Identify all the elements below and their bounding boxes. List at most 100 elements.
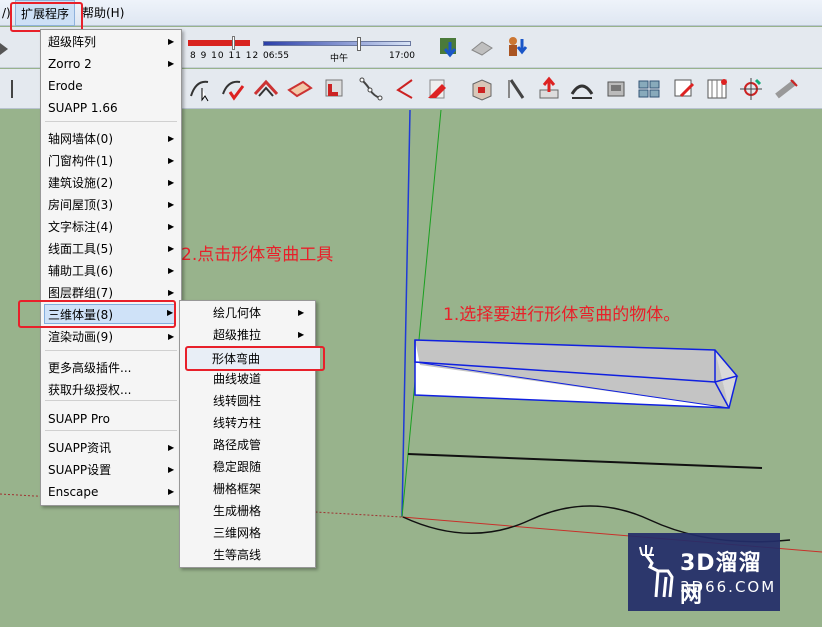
face-offset-icon[interactable] (287, 76, 313, 102)
arc-select-icon[interactable] (188, 76, 214, 102)
menu-item-label: Enscape (48, 485, 99, 499)
watermark-subtitle: 3D66.COM (680, 578, 777, 596)
deer-logo-icon (639, 545, 674, 598)
extensions-menu-item[interactable]: Erode (41, 75, 181, 97)
menu-separator (45, 430, 177, 431)
volume-menu-item[interactable]: 绘几何体 ▶ (180, 302, 315, 324)
menu-item-label: SUAPP 1.66 (48, 101, 118, 115)
extensions-menu-item[interactable]: 轴网墙体(0) ▶ (41, 128, 181, 150)
submenu-arrow-icon: ▶ (168, 465, 175, 474)
wall-pattern-icon[interactable] (704, 76, 730, 102)
submenu-arrow-icon: ▶ (168, 266, 175, 275)
extensions-menu-item[interactable]: 线面工具(5) ▶ (41, 238, 181, 260)
volume-menu-item[interactable]: 生成栅格 (180, 500, 315, 522)
extensions-menu-item[interactable]: Zorro 2 ▶ (41, 53, 181, 75)
extensions-menu-item[interactable]: 门窗构件(1) ▶ (41, 150, 181, 172)
menu-item-label: 建筑设施(2) (48, 176, 113, 190)
menu-item-label: 线转方柱 (213, 416, 262, 430)
extensions-menu-item[interactable]: Enscape ▶ (41, 481, 181, 503)
straight-line (407, 453, 763, 469)
time-slider-track[interactable] (263, 41, 411, 46)
panel-edit-icon[interactable] (671, 76, 697, 102)
month-labels: 8 9 10 11 12 (190, 51, 260, 61)
submenu-arrow-icon: ▶ (168, 156, 175, 165)
rotate-face-icon[interactable] (322, 76, 348, 102)
blue-axis (401, 110, 411, 518)
extensions-menu-item[interactable]: SUAPP设置 ▶ (41, 459, 181, 481)
extensions-menu-item[interactable]: 获取升级授权... (41, 379, 181, 401)
extensions-highlight (10, 2, 83, 32)
roof-tool-icon[interactable] (253, 76, 279, 102)
extension-warehouse-icon[interactable] (503, 34, 529, 60)
submenu-arrow-icon: ▶ (298, 308, 305, 317)
menu-separator (45, 121, 177, 122)
component-box-icon[interactable] (469, 76, 495, 102)
menu-item-label: 辅助工具(6) (48, 264, 113, 278)
menu-item-label: 线面工具(5) (48, 242, 113, 256)
menu-separator (45, 350, 177, 351)
volume-menu-item[interactable]: 稳定跟随 (180, 456, 315, 478)
submenu-arrow-icon: ▶ (168, 487, 175, 496)
volume-menu-item[interactable]: 三维网格 (180, 522, 315, 544)
fillet-tool-icon[interactable] (392, 76, 418, 102)
push-up-icon[interactable] (536, 76, 562, 102)
menu-item-label: 超级推拉 (213, 328, 262, 342)
menu-item-label: 曲线坡道 (213, 372, 262, 386)
menu-item-label: 渲染动画(9) (48, 330, 113, 344)
extensions-menu-item[interactable]: 建筑设施(2) ▶ (41, 172, 181, 194)
annotation-step2: 2.点击形体弯曲工具 (181, 245, 334, 265)
menu-item-label: 栅格框架 (213, 482, 262, 496)
get-models-icon[interactable] (437, 34, 463, 60)
volume-highlight (18, 300, 176, 328)
volume-menu-item[interactable]: 路径成管 (180, 434, 315, 456)
menu-item-label: 更多高级插件... (48, 361, 132, 375)
submenu-arrow-icon: ▶ (168, 178, 175, 187)
volume-menu-item[interactable]: 超级推拉 ▶ (180, 324, 315, 346)
time-end-label: 17:00 (389, 51, 415, 61)
extensions-menu-item[interactable]: 房间屋顶(3) ▶ (41, 194, 181, 216)
menu-bar: /) 扩展程序 帮助(H) (0, 0, 822, 26)
menu-item-label: 三维网格 (213, 526, 262, 540)
partial-tool-icon[interactable] (0, 35, 26, 61)
time-slider-thumb[interactable] (357, 37, 361, 51)
extensions-menu-item[interactable]: 辅助工具(6) ▶ (41, 260, 181, 282)
extensions-menu-item[interactable]: 渲染动画(9) ▶ (41, 326, 181, 348)
grid-panels-icon[interactable] (636, 76, 662, 102)
flip-arrow-icon[interactable] (424, 76, 450, 102)
arc-check-icon[interactable] (220, 76, 246, 102)
menu-item-label: Zorro 2 (48, 57, 92, 71)
pipe-tool-icon[interactable] (773, 76, 799, 102)
month-slider-track[interactable] (188, 40, 250, 46)
volume-menu-item[interactable]: 生等高线 (180, 544, 315, 566)
submenu-arrow-icon: ▶ (168, 200, 175, 209)
month-slider-thumb[interactable] (232, 36, 235, 50)
menu-item-label: 超级阵列 (48, 35, 97, 49)
menu-item-label: 门窗构件(1) (48, 154, 113, 168)
extensions-menu-item[interactable]: 超级阵列 ▶ (41, 31, 181, 53)
menu-item-label: 轴网墙体(0) (48, 132, 113, 146)
volume-menu-item[interactable]: 线转圆柱 (180, 390, 315, 412)
menu-item-label: SUAPP Pro (48, 412, 110, 426)
stamp-tool-icon[interactable] (603, 76, 629, 102)
volume-menu-item[interactable]: 曲线坡道 (180, 368, 315, 390)
menu-item-label: SUAPP资讯 (48, 441, 112, 455)
spline-tool-icon[interactable] (358, 76, 384, 102)
arch-tool-icon[interactable] (569, 76, 595, 102)
menu-item-label: 生成栅格 (213, 504, 262, 518)
extensions-menu-item[interactable]: 更多高级插件... (41, 357, 181, 379)
measure-point-icon[interactable] (738, 76, 764, 102)
slant-pillar-icon[interactable] (503, 76, 529, 102)
share-model-icon[interactable] (469, 34, 495, 60)
volume-menu-item[interactable]: 线转方柱 (180, 412, 315, 434)
extensions-menu-item[interactable]: SUAPP Pro (41, 408, 181, 430)
extensions-menu-item[interactable]: SUAPP资讯 ▶ (41, 437, 181, 459)
selected-box[interactable] (414, 339, 739, 409)
menu-item-label: 文字标注(4) (48, 220, 113, 234)
menu-help[interactable]: 帮助(H) (82, 0, 124, 26)
extensions-menu-item[interactable]: 文字标注(4) ▶ (41, 216, 181, 238)
partial-tool-icon[interactable] (6, 76, 32, 102)
time-noon-label: 中午 (330, 54, 349, 64)
submenu-arrow-icon: ▶ (168, 222, 175, 231)
extensions-menu-item[interactable]: SUAPP 1.66 (41, 97, 181, 119)
volume-menu-item[interactable]: 栅格框架 (180, 478, 315, 500)
